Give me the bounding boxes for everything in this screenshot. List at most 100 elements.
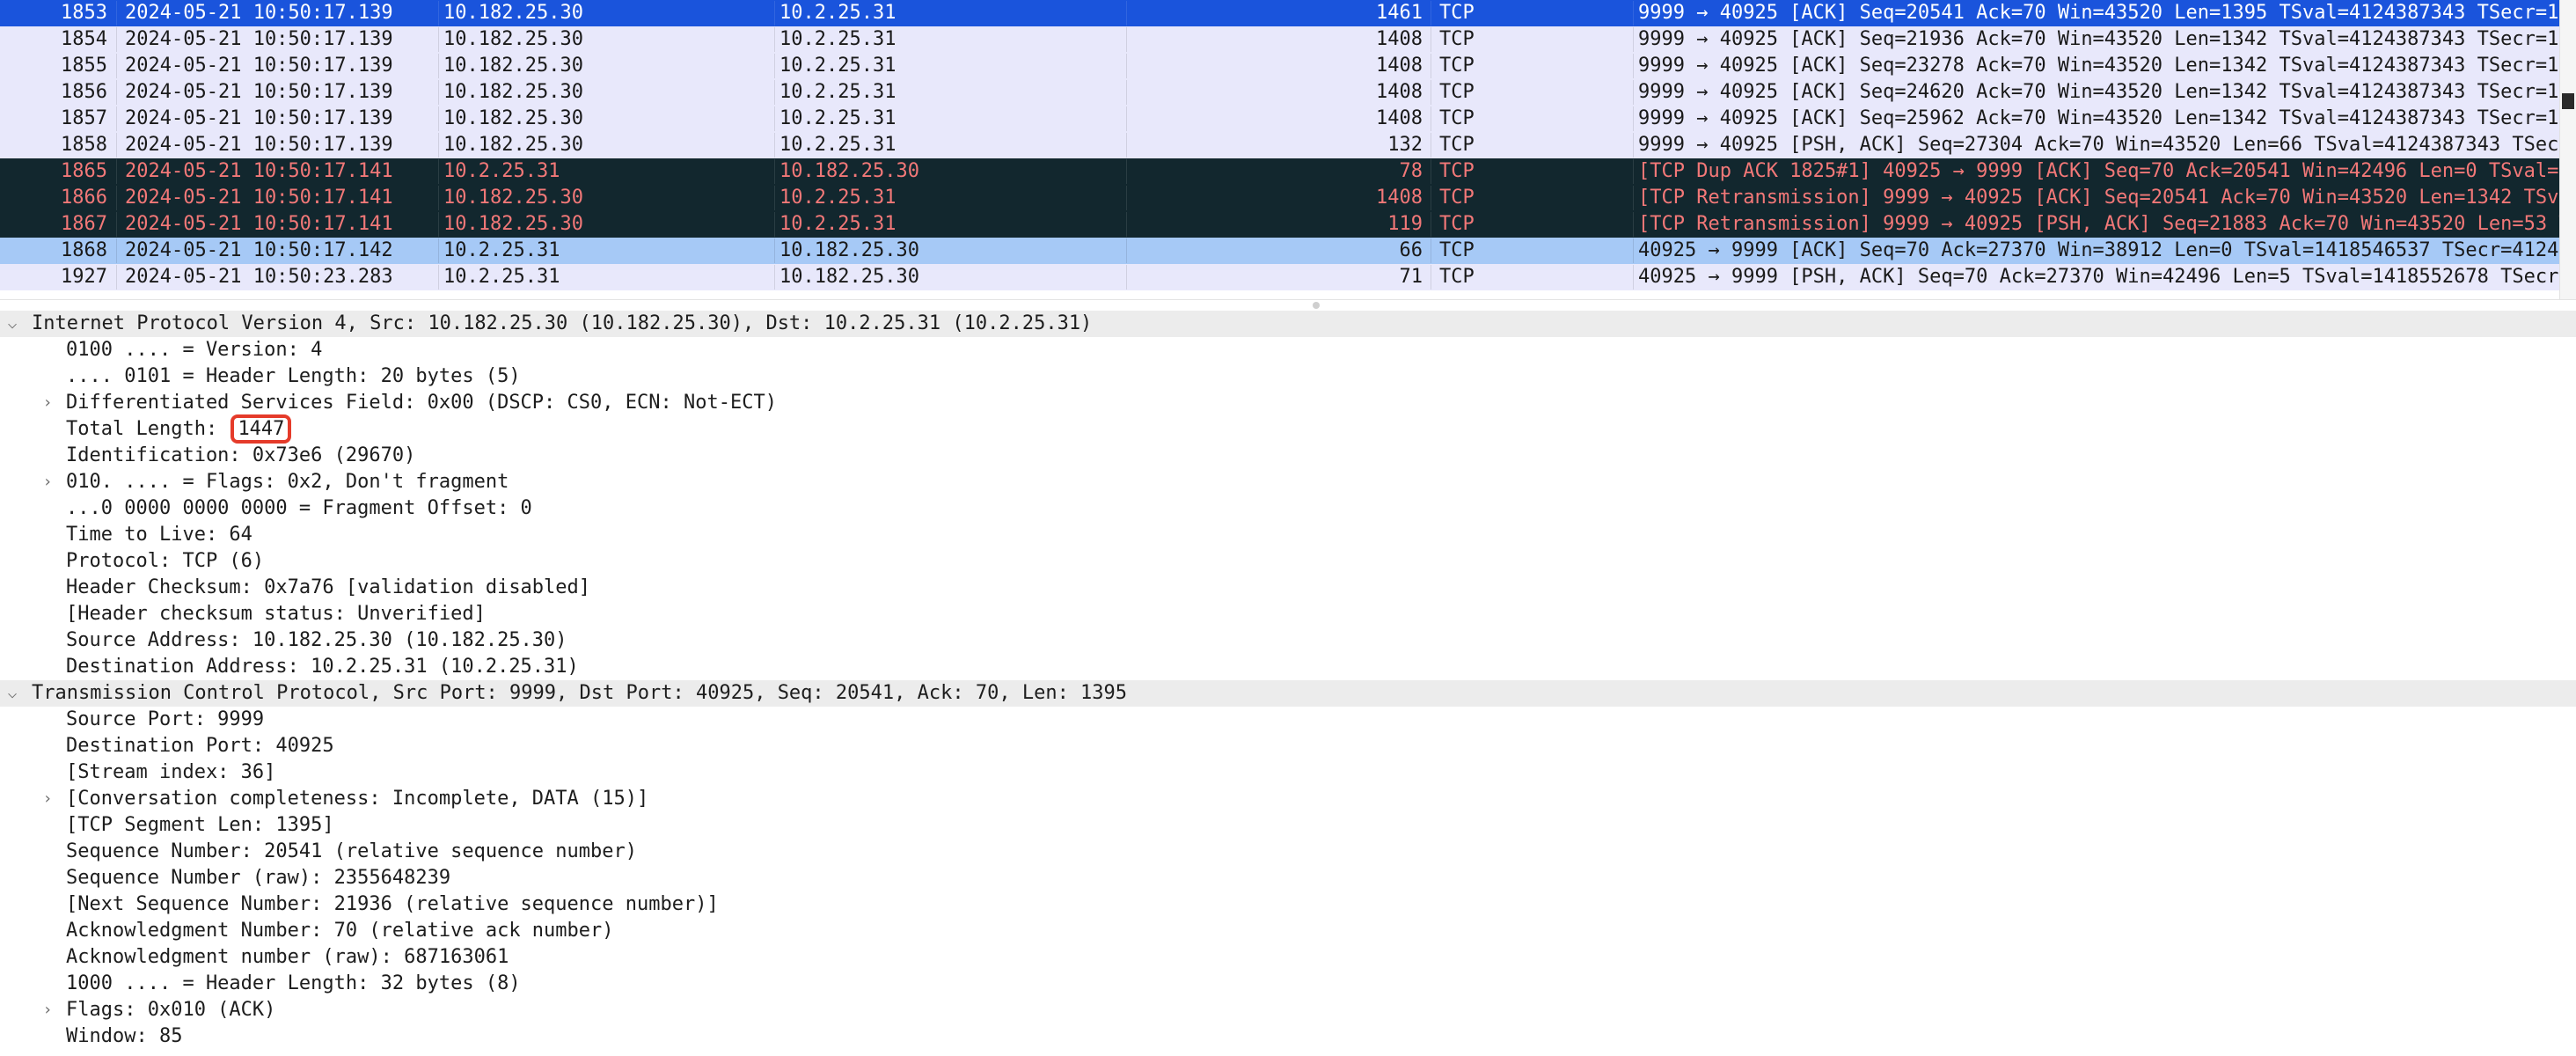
tree-item[interactable]: Acknowledgment number (raw): 687163061: [0, 944, 2576, 971]
packet-row[interactable]: 1855 2024-05-21 10:50:17.139 10.182.25.30 1…: [0, 53, 2576, 79]
splitter-handle-icon[interactable]: [1313, 302, 1320, 309]
packet-row[interactable]: 1867 2024-05-21 10:50:17.141 10.182.25.30 1…: [0, 211, 2576, 238]
packet-dst-cell: 10.2.25.31: [779, 2, 896, 24]
packet-row[interactable]: 1856 2024-05-21 10:50:17.139 10.182.25.30 1…: [0, 79, 2576, 106]
packet-src-cell: 10.182.25.30: [443, 187, 583, 209]
packet-proto-cell: TCP: [1439, 28, 1475, 50]
packet-src-cell: 10.182.25.30: [443, 2, 583, 24]
packet-row[interactable]: 1853 2024-05-21 10:50:17.139 10.182.25.30 1…: [0, 0, 2576, 26]
packet-src-cell: 10.2.25.31: [443, 266, 560, 288]
packet-row[interactable]: 1854 2024-05-21 10:50:17.139 10.182.25.30 1…: [0, 26, 2576, 53]
tree-item[interactable]: › Flags: 0x010 (ACK): [0, 997, 2576, 1023]
column-divider: [116, 54, 117, 78]
tree-item-text: Flags: 0x010 (ACK): [66, 997, 275, 1023]
tree-item[interactable]: Window: 85: [0, 1023, 2576, 1050]
column-divider: [438, 106, 439, 131]
tree-item[interactable]: 1000 .... = Header Length: 32 bytes (8): [0, 971, 2576, 997]
tree-item[interactable]: [Header checksum status: Unverified]: [0, 601, 2576, 627]
tree-item[interactable]: Source Address: 10.182.25.30 (10.182.25.…: [0, 627, 2576, 654]
packet-row[interactable]: 1866 2024-05-21 10:50:17.141 10.182.25.30 1…: [0, 185, 2576, 211]
tree-item-text: Differentiated Services Field: 0x00 (DSC…: [66, 390, 777, 416]
packet-info-cell: 40925 → 9999 [ACK] Seq=70 Ack=27370 Win=…: [1638, 239, 2560, 261]
column-divider: [1633, 27, 1634, 52]
tree-item-text: Source Address: 10.182.25.30 (10.182.25.…: [66, 627, 567, 654]
packet-src-cell: 10.182.25.30: [443, 213, 583, 235]
tree-section-header[interactable]: ⌵ Transmission Control Protocol, Src Port…: [0, 680, 2576, 707]
packet-row[interactable]: 1857 2024-05-21 10:50:17.139 10.182.25.30 1…: [0, 106, 2576, 132]
packet-len-cell: 1408: [1376, 55, 1423, 77]
packet-src-cell: 10.182.25.30: [443, 81, 583, 103]
packet-proto-cell: TCP: [1439, 160, 1475, 182]
tree-item[interactable]: [Next Sequence Number: 21936 (relative s…: [0, 891, 2576, 918]
packet-details-tree[interactable]: ⌵ Internet Protocol Version 4, Src: 10.18…: [0, 311, 2576, 1056]
tree-item[interactable]: › 010. .... = Flags: 0x2, Don't fragment: [0, 469, 2576, 495]
chevron-right-icon[interactable]: ›: [39, 786, 56, 812]
packet-list-scrollbar[interactable]: [2559, 0, 2576, 299]
packet-row[interactable]: 1868 2024-05-21 10:50:17.142 10.2.25.31 10.…: [0, 238, 2576, 264]
tree-item[interactable]: › [Conversation completeness: Incomplete,…: [0, 786, 2576, 812]
packet-info-cell: 40925 → 9999 [PSH, ACK] Seq=70 Ack=27370…: [1638, 266, 2560, 288]
packet-list[interactable]: 1853 2024-05-21 10:50:17.139 10.182.25.30 1…: [0, 0, 2576, 299]
packet-len-cell: 1408: [1376, 28, 1423, 50]
packet-row[interactable]: 1927 2024-05-21 10:50:23.283 10.2.25.31 10.…: [0, 264, 2576, 290]
tree-item[interactable]: Header Checksum: 0x7a76 [validation disa…: [0, 575, 2576, 601]
tree-item-label: [TCP Segment Len: 1395]: [66, 814, 334, 836]
tree-section-header[interactable]: ⌵ Internet Protocol Version 4, Src: 10.18…: [0, 311, 2576, 337]
packet-row[interactable]: 1865 2024-05-21 10:50:17.141 10.2.25.31 10.…: [0, 158, 2576, 185]
packet-no-cell: 1866: [61, 187, 107, 209]
tree-item[interactable]: Source Port: 9999: [0, 707, 2576, 733]
packet-row[interactable]: 1858 2024-05-21 10:50:17.139 10.182.25.30 1…: [0, 132, 2576, 158]
column-divider: [116, 159, 117, 184]
packet-time-cell: 2024-05-21 10:50:17.142: [125, 239, 393, 261]
column-divider: [1126, 133, 1127, 158]
tree-item[interactable]: Protocol: TCP (6): [0, 548, 2576, 575]
tree-item[interactable]: .... 0101 = Header Length: 20 bytes (5): [0, 363, 2576, 390]
packet-len-cell: 119: [1387, 213, 1423, 235]
packet-dst-cell: 10.2.25.31: [779, 81, 896, 103]
tree-item-label: Sequence Number: 20541 (relative sequenc…: [66, 840, 638, 862]
pane-splitter[interactable]: [0, 299, 2576, 312]
tree-item[interactable]: [Stream index: 36]: [0, 759, 2576, 786]
packet-info-cell: [TCP Retransmission] 9999 → 40925 [PSH, …: [1638, 213, 2560, 235]
tree-item[interactable]: 0100 .... = Version: 4: [0, 337, 2576, 363]
column-divider: [774, 186, 775, 210]
tree-item-label: Sequence Number (raw): 2355648239: [66, 867, 451, 889]
column-divider: [438, 133, 439, 158]
tree-item[interactable]: Identification: 0x73e6 (29670): [0, 443, 2576, 469]
column-divider: [116, 80, 117, 105]
tree-item[interactable]: › Differentiated Services Field: 0x00 (DS…: [0, 390, 2576, 416]
tree-item[interactable]: Total Length: 1447: [0, 414, 2576, 444]
chevron-right-icon[interactable]: ›: [39, 469, 56, 495]
tree-item[interactable]: Sequence Number: 20541 (relative sequenc…: [0, 839, 2576, 865]
column-divider: [438, 238, 439, 263]
packet-proto-cell: TCP: [1439, 213, 1475, 235]
column-divider: [438, 80, 439, 105]
tree-item-label: ...0 0000 0000 0000 = Fragment Offset: 0: [66, 497, 532, 519]
column-divider: [1126, 265, 1127, 290]
tree-item[interactable]: ...0 0000 0000 0000 = Fragment Offset: 0: [0, 495, 2576, 522]
scrollbar-marker[interactable]: [2562, 93, 2574, 109]
packet-dst-cell: 10.182.25.30: [779, 160, 919, 182]
tree-item-label: Identification: 0x73e6 (29670): [66, 444, 416, 466]
tree-item-label: Protocol: TCP (6): [66, 550, 265, 572]
tree-item[interactable]: [TCP Segment Len: 1395]: [0, 812, 2576, 839]
tree-item-text: .... 0101 = Header Length: 20 bytes (5): [66, 363, 521, 390]
packet-no-cell: 1855: [61, 55, 107, 77]
packet-len-cell: 71: [1399, 266, 1423, 288]
column-divider: [116, 106, 117, 131]
packet-time-cell: 2024-05-21 10:50:23.283: [125, 266, 393, 288]
column-divider: [116, 1, 117, 26]
tree-item[interactable]: Destination Port: 40925: [0, 733, 2576, 759]
column-divider: [774, 54, 775, 78]
chevron-down-icon[interactable]: ⌵: [4, 311, 21, 337]
packet-info-cell: 9999 → 40925 [PSH, ACK] Seq=27304 Ack=70…: [1638, 134, 2560, 156]
chevron-down-icon[interactable]: ⌵: [4, 680, 21, 707]
packet-dst-cell: 10.182.25.30: [779, 239, 919, 261]
tree-item[interactable]: Sequence Number (raw): 2355648239: [0, 865, 2576, 891]
chevron-right-icon[interactable]: ›: [39, 390, 56, 416]
chevron-right-icon[interactable]: ›: [39, 997, 56, 1023]
tree-item[interactable]: Acknowledgment Number: 70 (relative ack …: [0, 918, 2576, 944]
packet-proto-cell: TCP: [1439, 239, 1475, 261]
tree-item[interactable]: Time to Live: 64: [0, 522, 2576, 548]
tree-item[interactable]: Destination Address: 10.2.25.31 (10.2.25…: [0, 654, 2576, 680]
